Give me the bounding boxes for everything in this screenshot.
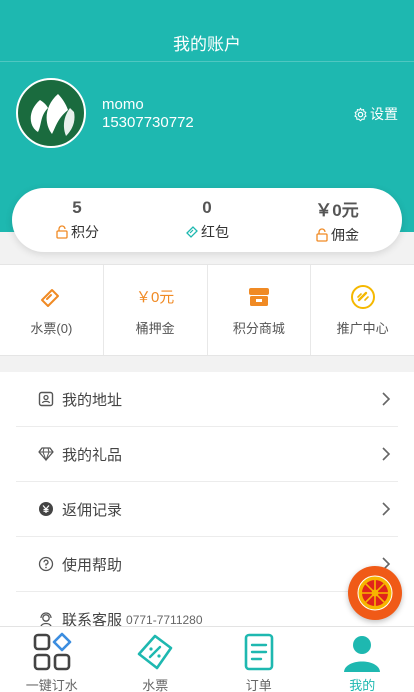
deposit-value: ￥0元: [135, 289, 175, 306]
order-list-icon: [244, 633, 274, 671]
bottom-tab-bar: 一键订水 水票 订单 我的: [0, 626, 414, 692]
stat-red-packet[interactable]: 0 红包: [142, 188, 272, 252]
grid-label: 积分商城: [232, 320, 285, 336]
menu-label: 我的礼品: [62, 446, 123, 464]
chevron-right-icon: [382, 392, 391, 406]
grid-icon: [33, 632, 72, 671]
stat-label: 红包: [201, 224, 229, 240]
grid-label: 水票(0): [30, 320, 73, 336]
menu-label: 使用帮助: [62, 556, 123, 574]
tab-water-ticket[interactable]: 水票: [104, 627, 208, 692]
link-icon: [350, 284, 375, 309]
tab-label: 订单: [245, 678, 272, 692]
menu-item-commission-records[interactable]: 返佣记录: [16, 482, 398, 537]
wheel-icon: [357, 575, 393, 611]
menu-item-gifts[interactable]: 我的礼品: [16, 427, 398, 482]
stat-commission[interactable]: ￥0元 佣金: [272, 188, 402, 252]
lucky-wheel-button[interactable]: [348, 566, 402, 620]
gear-icon: [354, 107, 367, 121]
menu-label: 我的地址: [62, 391, 123, 409]
grid-points-mall[interactable]: 积分商城: [208, 265, 312, 355]
help-icon: [38, 556, 54, 572]
grid-label: 桶押金: [135, 320, 175, 336]
stat-points[interactable]: 5 积分: [12, 188, 142, 252]
water-ticket-icon: [41, 288, 60, 307]
quick-actions-grid: 水票(0) ￥0元 桶押金 积分商城 推广中心: [0, 264, 414, 356]
lock-icon: [56, 225, 68, 239]
yen-coin-icon: [39, 502, 53, 516]
ticket-icon: [186, 226, 198, 238]
stat-label: 佣金: [331, 226, 359, 243]
avatar-leaf-logo-icon: [30, 94, 75, 136]
stat-label: 积分: [71, 224, 99, 240]
stat-value: 0: [202, 198, 212, 217]
grid-water-ticket[interactable]: 水票(0): [0, 265, 104, 355]
tab-label: 一键订水: [25, 678, 78, 692]
menu-item-address[interactable]: 我的地址: [16, 372, 398, 427]
lock-icon: [316, 227, 328, 242]
ticket-icon: [137, 634, 173, 670]
avatar[interactable]: [16, 78, 86, 148]
menu-item-help[interactable]: 使用帮助: [16, 537, 398, 592]
page-title: 我的账户: [173, 35, 241, 54]
stat-value: ￥0元: [315, 200, 359, 220]
store-icon: [248, 287, 269, 306]
stats-card: 5 积分 0 红包 ￥0元 佣金: [12, 188, 402, 252]
chevron-right-icon: [382, 447, 391, 461]
chevron-right-icon: [382, 502, 391, 516]
tab-orders[interactable]: 订单: [207, 627, 311, 692]
diamond-icon: [38, 447, 54, 462]
user-phone: 15307730772: [102, 114, 194, 131]
grid-bucket-deposit[interactable]: ￥0元 桶押金: [104, 265, 208, 355]
menu-label: 返佣记录: [62, 501, 123, 519]
grid-label: 推广中心: [336, 320, 389, 336]
tab-label: 我的: [349, 678, 376, 692]
stat-value: 5: [72, 198, 82, 217]
user-icon: [344, 636, 381, 672]
header-divider: [0, 61, 414, 62]
tab-mine[interactable]: 我的: [311, 627, 414, 692]
settings-button[interactable]: 设置: [353, 104, 398, 124]
tab-order-water[interactable]: 一键订水: [0, 627, 104, 692]
address-card-icon: [38, 391, 54, 407]
tab-label: 水票: [142, 678, 169, 692]
user-name: momo: [102, 96, 144, 113]
settings-label: 设置: [370, 106, 398, 122]
grid-promotion-center[interactable]: 推广中心: [311, 265, 414, 355]
